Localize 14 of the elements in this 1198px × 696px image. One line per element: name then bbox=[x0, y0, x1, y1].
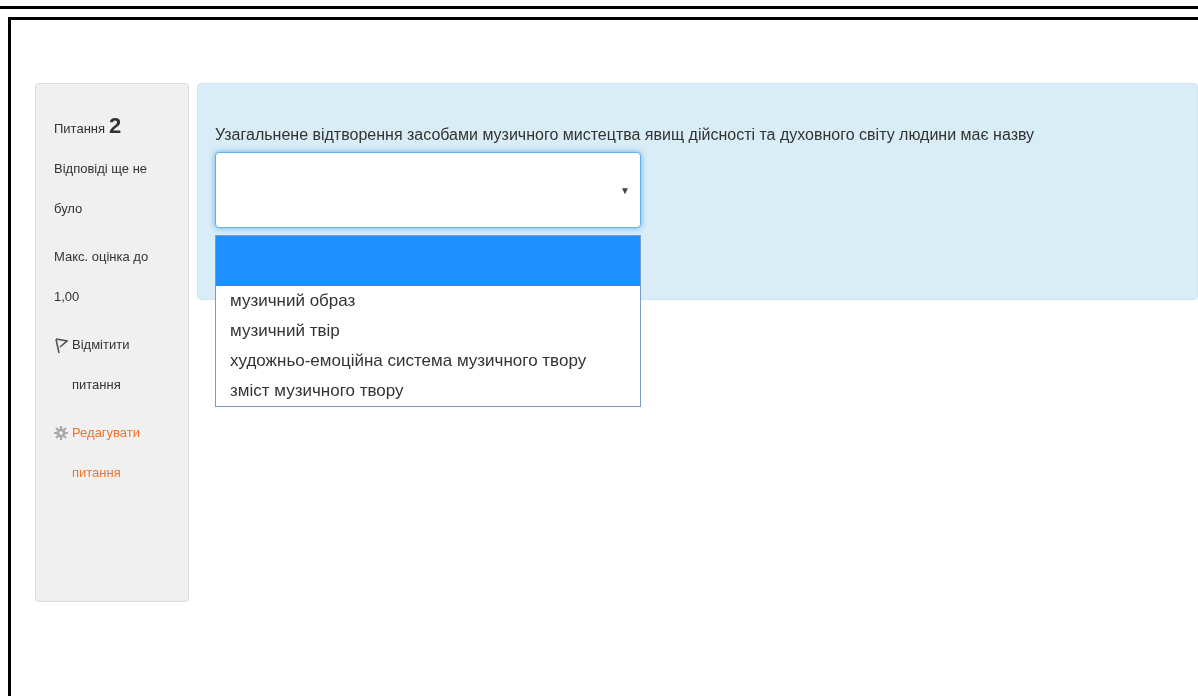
dropdown-option[interactable]: музичний образ bbox=[216, 286, 640, 316]
dropdown-option[interactable]: зміст музичного твору bbox=[216, 376, 640, 406]
gear-icon[interactable] bbox=[54, 426, 68, 440]
question-text: Узагальнене відтворення засобами музичного мистецтва явищ дійсності та духовного світу людини має назву bbox=[215, 125, 1036, 145]
question-label: Питання bbox=[54, 120, 106, 138]
flag-icon[interactable] bbox=[54, 338, 68, 354]
answer-select[interactable]: ▼ bbox=[215, 152, 641, 228]
dropdown-option[interactable]: художньо-емоційна система музичного твору bbox=[216, 346, 640, 376]
flag-question-link[interactable]: Відмітити питання bbox=[72, 325, 167, 405]
max-grade: Макс. оцінка до 1,00 bbox=[54, 248, 150, 306]
dropdown-option[interactable]: музичний твір bbox=[216, 316, 640, 346]
question-number: 2 bbox=[109, 112, 122, 140]
dropdown-arrow: ▼ bbox=[620, 183, 630, 198]
answer-state: Відповіді ще не було bbox=[54, 160, 149, 218]
